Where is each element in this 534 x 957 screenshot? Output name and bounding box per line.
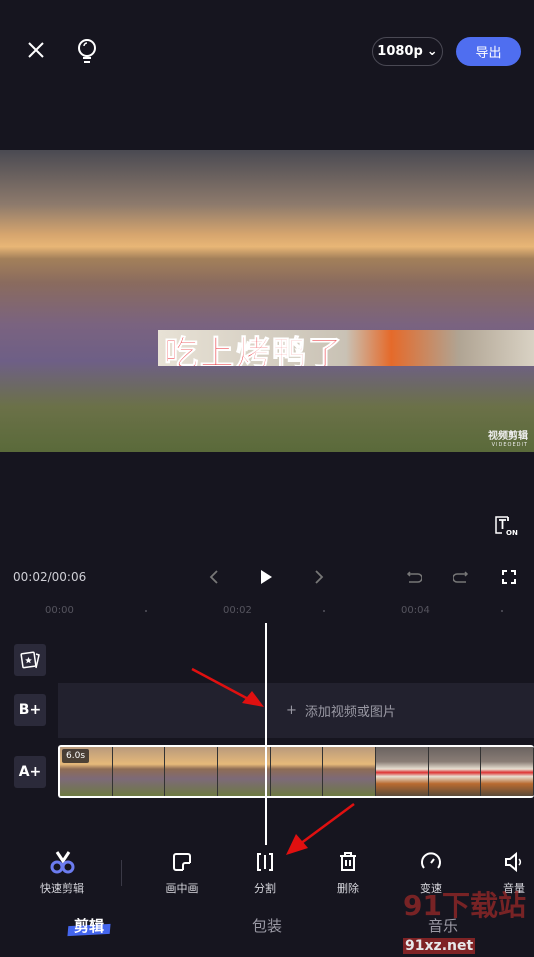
add-media-track[interactable]: + 添加视频或图片 (58, 683, 534, 738)
ruler-dot (501, 610, 503, 612)
video-preview[interactable]: 吃上烤鸭了 视频剪辑 VIDEOEDIT (0, 150, 534, 452)
play-icon[interactable] (258, 569, 274, 585)
resolution-dropdown[interactable]: 1080p ⌄ (372, 37, 443, 66)
clip-frame (481, 747, 534, 796)
lightbulb-icon[interactable] (76, 38, 98, 64)
speed-icon (421, 852, 441, 869)
add-a-track-button[interactable]: A+ (14, 756, 46, 788)
toolbar-divider (121, 860, 122, 886)
export-button[interactable]: 导出 (456, 37, 521, 66)
sticker-overlay[interactable]: 吃上烤鸭了 (158, 330, 534, 366)
next-frame-icon[interactable] (311, 569, 327, 585)
split-icon (257, 853, 273, 871)
chevron-down-icon: ⌄ (426, 44, 438, 59)
tool-quick-cut[interactable]: 快速剪辑 (27, 850, 97, 896)
ruler-tick: 00:02 (223, 605, 252, 616)
sticker-track-button[interactable] (14, 644, 46, 676)
annotation-arrow (191, 667, 264, 707)
add-b-track-button[interactable]: B+ (14, 694, 46, 726)
plus-icon: + (286, 703, 297, 718)
tab-edit[interactable]: 剪辑 (74, 915, 104, 936)
ruler-tick: 00:04 (401, 605, 430, 616)
clip-frame (165, 747, 219, 796)
pip-icon (173, 853, 191, 871)
undo-icon[interactable] (406, 569, 422, 585)
subtitle-toggle-icon[interactable]: ON (494, 515, 518, 537)
tool-pip[interactable]: 画中画 (147, 850, 217, 896)
prev-frame-icon[interactable] (206, 569, 222, 585)
clip-frame (428, 747, 482, 796)
add-media-label: 添加视频或图片 (304, 705, 396, 720)
ruler-dot (323, 610, 325, 612)
ruler-tick: 00:00 (45, 605, 74, 616)
clip-duration: 6.0s (62, 749, 90, 763)
resolution-value: 1080p (377, 44, 423, 59)
close-icon[interactable] (24, 38, 48, 62)
main-video-clip[interactable] (58, 745, 534, 798)
playback-time: 00:02/00:06 (13, 570, 87, 584)
clip-frame (376, 747, 429, 796)
redo-icon[interactable] (453, 569, 469, 585)
quick-cut-icon (50, 851, 75, 874)
clip-frame (112, 747, 166, 796)
clip-frame (270, 747, 324, 796)
watermark: 视频剪辑 VIDEOEDIT (488, 431, 528, 448)
fullscreen-icon[interactable] (501, 569, 517, 585)
tab-package[interactable]: 包装 (252, 915, 282, 936)
volume-icon (505, 851, 522, 873)
annotation-arrow (286, 802, 355, 855)
ruler-dot (145, 610, 147, 612)
playhead[interactable] (265, 623, 267, 845)
svg-text:ON: ON (506, 529, 518, 537)
clip-frame (323, 747, 377, 796)
clip-frame (218, 747, 271, 796)
site-watermark-logo: 91下载站 91xz.net (403, 889, 526, 954)
